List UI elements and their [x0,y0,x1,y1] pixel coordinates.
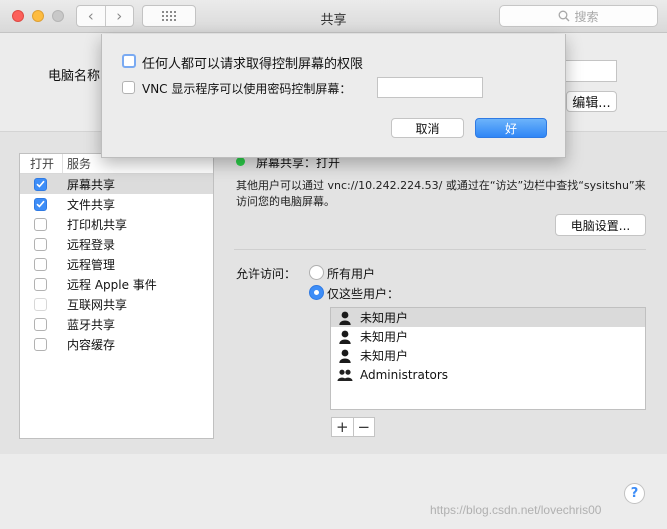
user-row[interactable]: 未知用户 [331,346,645,365]
user-icon [336,349,354,363]
status-indicator [236,157,245,166]
service-row[interactable]: 蓝牙共享 [20,314,213,334]
title-bar: ‹ › 共享 搜索 [0,0,667,33]
add-remove-buttons: + − [331,417,375,437]
detail-divider [234,249,646,250]
column-header-on[interactable]: 打开 [20,154,63,173]
service-checkbox-cell [20,217,63,231]
request-control-checkbox[interactable] [122,54,136,68]
service-checkbox[interactable] [34,197,47,211]
service-checkbox-cell [20,337,63,351]
service-row[interactable]: 屏幕共享 [20,174,213,194]
group-icon [336,369,354,381]
service-row[interactable]: 远程 Apple 事件 [20,274,213,294]
user-row[interactable]: Administrators [331,365,645,384]
service-checkbox-cell [20,197,63,211]
user-icon [336,330,354,344]
service-checkbox[interactable] [34,257,47,271]
user-name: 未知用户 [360,349,409,363]
vnc-password-input[interactable] [377,77,483,98]
sharing-panel: 打开 服务 屏幕共享文件共享打印机共享远程登录远程管理远程 Apple 事件 互联… [0,132,667,454]
screen-sharing-options-sheet: 任何人都可以请求取得控制屏幕的权限 VNC 显示程序可以使用密码控制屏幕： 取消… [101,34,566,158]
request-control-label[interactable]: 任何人都可以请求取得控制屏幕的权限 [142,53,363,72]
service-checkbox [34,297,47,311]
service-checkbox[interactable] [34,317,47,331]
edit-button[interactable]: 编辑... [566,91,617,112]
service-checkbox-cell [20,277,63,291]
service-checkbox-cell [20,297,63,311]
computer-settings-button[interactable]: 电脑设置... [555,214,646,236]
service-checkbox[interactable] [34,277,47,291]
service-row[interactable]: 远程管理 [20,254,213,274]
user-row[interactable]: 未知用户 [331,308,645,327]
cancel-button[interactable]: 取消 [391,118,464,138]
service-checkbox[interactable] [34,237,47,251]
service-label: 蓝牙共享 [67,317,116,332]
service-label: 内容缓存 [67,337,116,352]
service-label: 远程 Apple 事件 [67,277,157,292]
vnc-password-label[interactable]: VNC 显示程序可以使用密码控制屏幕： [142,80,351,97]
service-label: 打印机共享 [67,217,128,232]
user-name: 未知用户 [360,330,409,344]
sharing-window: ‹ › 共享 搜索 电脑名称 编辑... 打开 服务 屏幕共享 文件共享 打印机… [0,0,667,529]
service-row[interactable]: 互联网共享 [20,294,213,314]
service-checkbox[interactable] [34,217,47,231]
service-checkbox-cell [20,257,63,271]
service-label: 远程登录 [67,237,116,252]
user-name: 未知用户 [360,311,409,325]
help-button[interactable]: ? [624,483,645,504]
search-field[interactable]: 搜索 [499,5,658,27]
allow-access-label: 允许访问： [236,267,297,281]
service-row[interactable]: 打印机共享 [20,214,213,234]
radio-only-these-users-label[interactable]: 仅这些用户： [327,285,399,302]
service-checkbox-cell [20,317,63,331]
search-placeholder: 搜索 [574,9,599,24]
computer-name-label: 电脑名称 [48,69,101,84]
remove-user-button[interactable]: − [352,418,375,436]
access-description: 其他用户可以通过 vnc://10.242.224.53/ 或通过在“访达”边栏… [236,179,646,208]
service-list: 打开 服务 屏幕共享文件共享打印机共享远程登录远程管理远程 Apple 事件 互联… [19,153,214,439]
ok-button[interactable]: 好 [475,118,547,138]
service-label: 互联网共享 [67,297,128,312]
service-checkbox-cell [20,177,63,191]
column-header-service[interactable]: 服务 [63,155,91,172]
service-row[interactable]: 内容缓存 [20,334,213,354]
service-label: 文件共享 [67,197,116,212]
user-row[interactable]: 未知用户 [331,327,645,346]
radio-only-these-users[interactable] [309,285,324,300]
radio-all-users-label[interactable]: 所有用户 [327,265,375,282]
checkmark-icon [36,180,45,188]
watermark-text: https://blog.csdn.net/lovechris00 [430,503,602,517]
service-row[interactable]: 远程登录 [20,234,213,254]
checkmark-icon [36,200,45,208]
footer: ? https://blog.csdn.net/lovechris00 [0,454,667,529]
add-user-button[interactable]: + [332,418,353,436]
user-icon [336,311,354,325]
vnc-password-checkbox[interactable] [122,81,135,94]
service-checkbox[interactable] [34,177,47,191]
allowed-users-list: 未知用户 未知用户 未知用户 Administrators [330,307,646,410]
search-icon [559,10,570,22]
service-row[interactable]: 文件共享 [20,194,213,214]
user-name: Administrators [360,367,449,382]
computer-name-input[interactable] [565,60,617,82]
radio-all-users[interactable] [309,265,324,280]
service-checkbox[interactable] [34,337,47,351]
service-checkbox-cell [20,237,63,251]
service-label: 远程管理 [67,257,116,272]
service-label: 屏幕共享 [67,177,116,192]
